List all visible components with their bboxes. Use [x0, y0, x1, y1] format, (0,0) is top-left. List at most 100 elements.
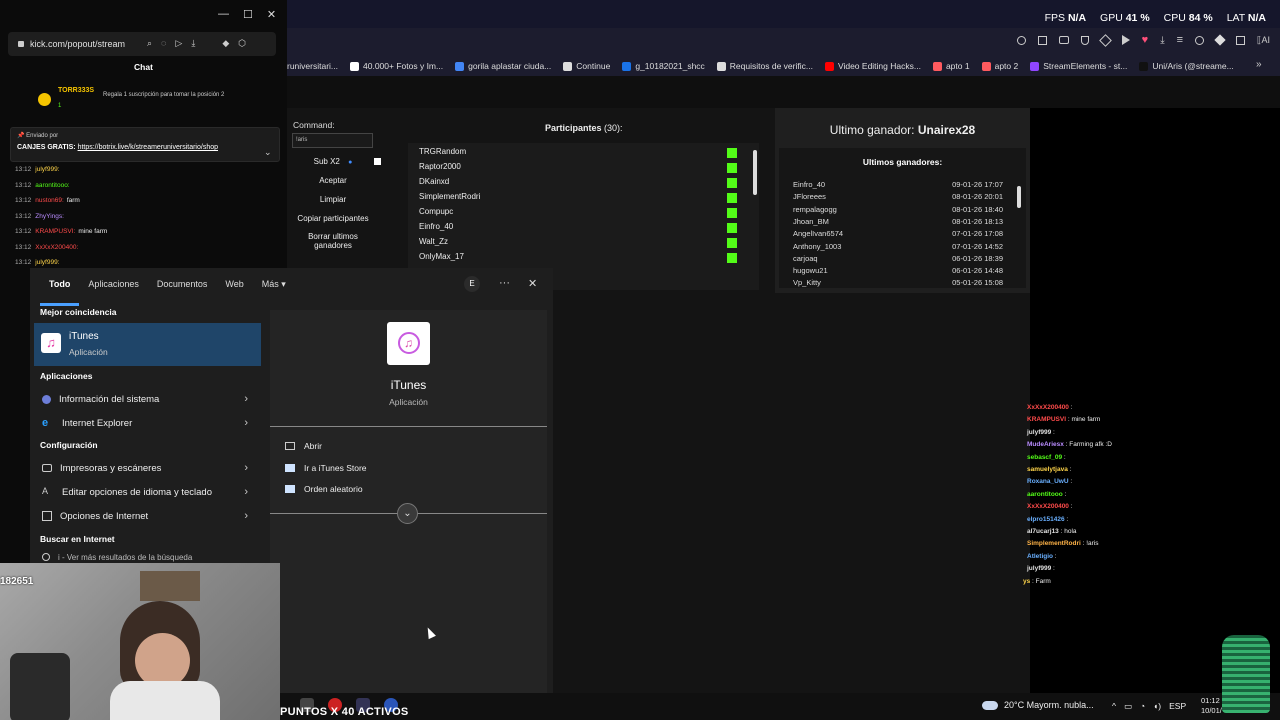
menu-icon[interactable]: ≡: [1177, 34, 1183, 46]
action-open[interactable]: Abrir: [285, 441, 322, 451]
more-options-icon[interactable]: ···: [499, 277, 510, 289]
extension-icon[interactable]: [1098, 33, 1112, 47]
action-shuffle[interactable]: Orden aleatorio: [285, 484, 363, 494]
participants-scrollbar[interactable]: [753, 150, 757, 195]
download-icon[interactable]: ⤓: [1160, 35, 1164, 46]
bookmark-item[interactable]: StreamElements - st...: [1030, 61, 1127, 71]
chat-time: 13:12: [15, 166, 32, 173]
close-icon[interactable]: ✕: [267, 8, 276, 21]
result-internet-explorer[interactable]: e Internet Explorer ›: [34, 411, 258, 435]
language-indicator[interactable]: ESP: [1169, 701, 1186, 712]
copy-participants-button[interactable]: Copiar participantes: [292, 214, 374, 223]
action-itunes-store[interactable]: Ir a iTunes Store: [285, 463, 367, 473]
pinned-link[interactable]: https://botrix.live/k/streameruniversita…: [78, 144, 218, 151]
bookmark-item[interactable]: g_10182021_shcc: [622, 61, 705, 71]
bookmark-label: 40.000+ Fotos y Im...: [363, 61, 444, 71]
shield-icon[interactable]: ◌: [161, 38, 166, 49]
delete-winners-button[interactable]: Borrar ultimos ganadores: [297, 232, 369, 250]
play-icon[interactable]: ▷: [175, 38, 182, 49]
best-match-item[interactable]: ♫ iTunes Aplicación: [34, 323, 261, 366]
participant-row[interactable]: Einfro_40: [419, 222, 453, 231]
bookmark-item[interactable]: Requisitos de verific...: [716, 61, 813, 71]
weather-widget[interactable]: 20°C Mayorm. nubla...: [982, 700, 1094, 710]
chat-username[interactable]: julyf999:: [35, 166, 59, 173]
result-internet-options[interactable]: Opciones de Internet ›: [34, 504, 258, 528]
bookmark-item[interactable]: runiversitari...: [287, 61, 338, 71]
participant-row[interactable]: TRGRandom: [419, 147, 466, 156]
result-system-info[interactable]: Información del sistema ›: [34, 387, 258, 411]
download-icon[interactable]: ⤓: [191, 38, 195, 49]
bookmark-item[interactable]: Video Editing Hacks...: [824, 61, 921, 71]
edit-icon[interactable]: [1037, 35, 1047, 45]
chevron-right-icon[interactable]: ›: [244, 486, 248, 498]
participant-row[interactable]: DKainxd: [419, 177, 449, 186]
clear-button[interactable]: Limpiar: [293, 195, 373, 204]
maximize-icon[interactable]: ☐: [243, 8, 253, 21]
chat-username[interactable]: KRAMPUSVI:: [35, 228, 75, 235]
winners-scrollbar[interactable]: [1017, 186, 1021, 208]
tab-documents[interactable]: Documentos: [148, 268, 217, 306]
minimize-icon[interactable]: —: [218, 8, 229, 21]
participant-row[interactable]: Raptor2000: [419, 162, 461, 171]
expand-button[interactable]: ⌄: [397, 503, 418, 524]
chevron-right-icon[interactable]: ›: [244, 462, 248, 474]
close-icon[interactable]: ✕: [528, 277, 537, 290]
diamond-icon[interactable]: [1214, 34, 1226, 46]
profile-icon[interactable]: [1195, 35, 1205, 45]
tab-all[interactable]: Todo: [40, 268, 80, 306]
bookmark-item[interactable]: Uni/Aris (@streame...: [1139, 61, 1234, 71]
chat-url-text: kick.com/popout/stream: [30, 39, 126, 49]
kick-icon: [727, 223, 737, 233]
result-language[interactable]: A Editar opciones de idioma y teclado ›: [34, 480, 258, 504]
command-input[interactable]: !aris: [292, 133, 373, 148]
chat-username[interactable]: aarontitooo:: [35, 182, 69, 189]
participant-row[interactable]: SimplementRodri: [419, 192, 480, 201]
chat-username[interactable]: nuston69:: [35, 197, 64, 204]
chevron-up-icon[interactable]: ^: [1112, 701, 1116, 712]
bookmark-item[interactable]: apto 1: [932, 61, 970, 71]
volume-icon[interactable]: ◖): [1153, 701, 1161, 712]
accept-button[interactable]: Aceptar: [293, 176, 373, 185]
tab-apps[interactable]: Aplicaciones: [79, 268, 148, 306]
result-printers[interactable]: Impresoras y escáneres ›: [34, 456, 258, 480]
participant-row[interactable]: Compupc: [419, 207, 453, 216]
clock[interactable]: 01:12 10/01/: [1201, 696, 1222, 716]
heart-icon[interactable]: ♥: [1142, 34, 1149, 46]
wifi-icon[interactable]: ◔: [1140, 701, 1145, 712]
tab-more[interactable]: Más ▾: [253, 268, 295, 306]
shield-icon[interactable]: [1080, 35, 1089, 45]
chat-username[interactable]: XxXxX200400:: [35, 244, 78, 251]
user-avatar[interactable]: E: [464, 276, 480, 292]
diamond-icon[interactable]: ◆: [222, 38, 229, 49]
bookmark-item[interactable]: apto 2: [981, 61, 1018, 71]
search-icon[interactable]: [1016, 35, 1026, 45]
tab-web[interactable]: Web: [216, 268, 252, 306]
sub-x2-checkbox[interactable]: [374, 158, 381, 165]
ai-icon[interactable]: ⟦AI: [1257, 35, 1270, 46]
bookmark-item[interactable]: Continue: [563, 61, 610, 71]
cube-icon[interactable]: [1236, 35, 1246, 45]
chat-username[interactable]: ZhyYings:: [35, 213, 64, 220]
participant-row[interactable]: Walt_Zz: [419, 237, 448, 246]
window-controls: — ☐ ✕: [218, 8, 276, 21]
chevron-right-icon[interactable]: ›: [244, 417, 248, 429]
participant-row[interactable]: OnlyMax_17: [419, 252, 464, 261]
camera-icon[interactable]: [1058, 36, 1069, 44]
chevron-right-icon[interactable]: ›: [244, 510, 248, 522]
chat-username[interactable]: julyf999:: [35, 259, 59, 266]
network-icon[interactable]: ▭: [1124, 701, 1132, 712]
bookmark-item[interactable]: gorila aplastar ciuda...: [455, 61, 551, 71]
chevron-right-icon[interactable]: ›: [244, 393, 248, 405]
winner-name: JFloreees: [793, 192, 826, 202]
overlay-chat-username: Atletigio: [1027, 552, 1053, 560]
bookmark-item[interactable]: 40.000+ Fotos y Im...: [350, 61, 443, 71]
kick-icon: [727, 238, 737, 248]
result-web-search[interactable]: i - Ver más resultados de la búsqueda: [34, 551, 258, 563]
play-icon[interactable]: [1121, 35, 1130, 45]
sub-x2-option[interactable]: Sub X2 ●: [293, 157, 373, 166]
gift-sub-prompt[interactable]: Regala 1 suscripción para tomar la posic…: [103, 92, 224, 98]
pin-chevron-icon[interactable]: ⌄: [264, 147, 272, 158]
bookmarks-overflow-icon[interactable]: »: [1256, 59, 1266, 70]
search-icon[interactable]: ⌕: [147, 38, 152, 49]
cube-icon[interactable]: ⬡: [238, 38, 246, 49]
